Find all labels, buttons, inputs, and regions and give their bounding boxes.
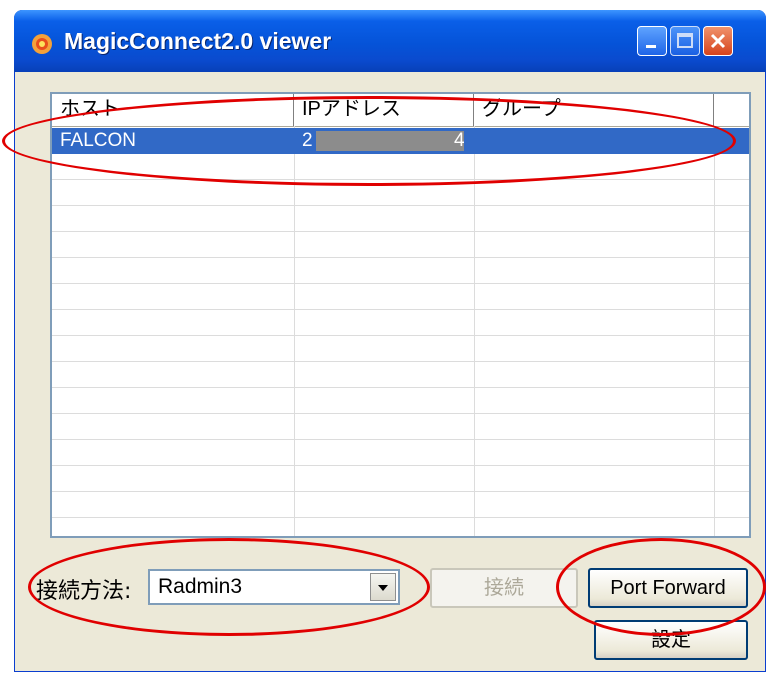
annotation-circle-row bbox=[2, 96, 736, 186]
table-row bbox=[52, 206, 749, 232]
minimize-button[interactable] bbox=[637, 26, 667, 56]
table-row bbox=[52, 232, 749, 258]
maximize-icon bbox=[677, 33, 693, 48]
table-row bbox=[52, 440, 749, 466]
table-row bbox=[52, 284, 749, 310]
annotation-circle-connect-method bbox=[28, 538, 430, 636]
minimize-icon bbox=[646, 45, 656, 48]
annotation-circle-port-forward bbox=[556, 538, 766, 636]
table-row bbox=[52, 310, 749, 336]
close-icon bbox=[710, 33, 726, 49]
window-title: MagicConnect2.0 viewer bbox=[64, 28, 332, 54]
table-row bbox=[52, 466, 749, 492]
close-button[interactable] bbox=[703, 26, 733, 56]
table-row bbox=[52, 492, 749, 518]
table-row bbox=[52, 388, 749, 414]
table-row bbox=[52, 258, 749, 284]
table-row bbox=[52, 336, 749, 362]
table-row bbox=[52, 414, 749, 440]
maximize-button[interactable] bbox=[670, 26, 700, 56]
title-bar[interactable]: MagicConnect2.0 viewer bbox=[14, 10, 766, 72]
table-row bbox=[52, 362, 749, 388]
app-icon bbox=[32, 34, 52, 54]
